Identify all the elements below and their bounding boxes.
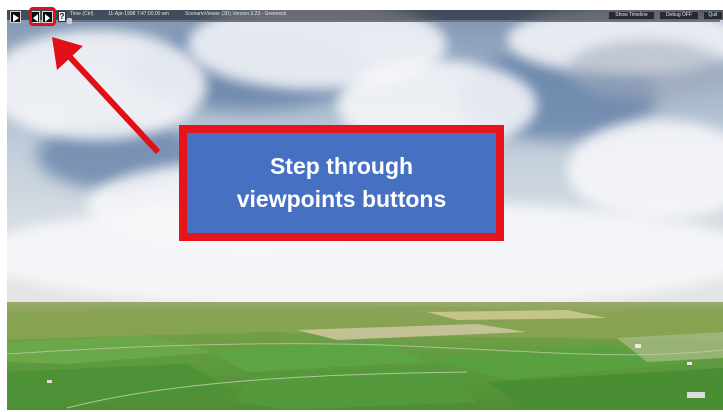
callout-line-1: Step through <box>269 153 414 179</box>
callout-line-2: viewpoints buttons <box>236 186 447 212</box>
annotation-callout: Step through viewpoints buttons <box>179 125 504 241</box>
callout-body: Step through viewpoints buttons <box>187 133 496 233</box>
